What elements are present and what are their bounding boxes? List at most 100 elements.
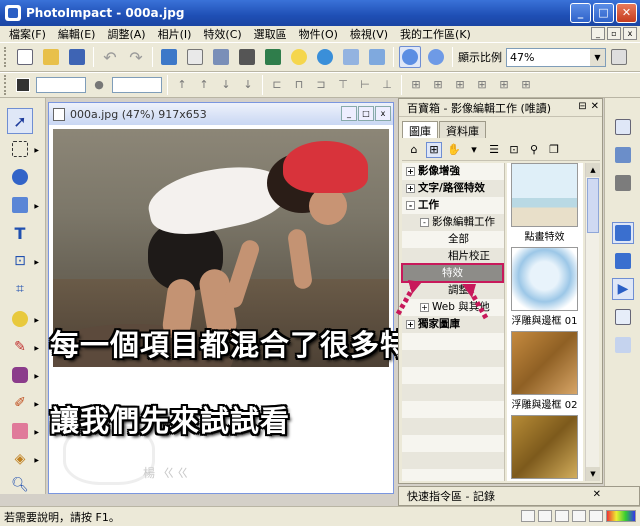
open-folder-icon[interactable] [40,46,62,68]
status-icon[interactable] [555,510,569,522]
easypalette-icon[interactable] [399,46,421,68]
fill-tool-icon[interactable]: ◈ ▶ [7,446,39,472]
menu-photo[interactable]: 相片(I) [153,26,199,42]
thumbnail-item[interactable]: 浮雕與邊框 01 [511,247,578,327]
doc-window-maximize-button[interactable]: □ [358,106,374,121]
list-icon[interactable]: ☰ [486,142,502,158]
frame-icon[interactable] [340,46,362,68]
undo-icon[interactable]: ↶ [99,46,121,68]
tree-item-text-path[interactable]: + 文字/路徑特效 [406,180,485,196]
layer-icon[interactable] [612,116,634,138]
doc-window-minimize-button[interactable]: _ [341,106,357,121]
scroll-thumb[interactable] [587,178,599,233]
color-bar-icon[interactable] [606,510,636,522]
color-swatch-icon[interactable] [16,78,30,92]
scroll-up-icon[interactable]: ▲ [586,163,600,177]
chevron-down-icon[interactable]: ▾ [466,142,482,158]
brush-tool-icon[interactable]: ✎ ▶ [7,334,39,360]
tab-library[interactable]: 資料庫 [439,121,486,138]
new-file-icon[interactable] [14,46,36,68]
doc-minimize-button[interactable]: _ [591,27,605,40]
arrow-up-icon[interactable]: ↑ [197,78,211,92]
toolbar-grip[interactable] [4,75,8,95]
camera-icon[interactable] [236,46,258,68]
status-icon[interactable] [521,510,535,522]
tree-item-image-editing[interactable]: - 影像編輯工作 [420,214,495,230]
enhance-icon[interactable] [262,46,284,68]
align-center-icon[interactable]: ⊓ [292,78,306,92]
expand-icon[interactable]: + [406,166,415,176]
doc-window-close-button[interactable]: x [375,106,391,121]
collapse-icon[interactable]: - [406,200,415,210]
option-field[interactable] [36,77,86,93]
toolbar-grip[interactable] [4,47,8,67]
menu-edit[interactable]: 編輯(E) [53,26,103,42]
distribute-icon[interactable]: ⊞ [431,78,445,92]
landscape-icon[interactable] [366,46,388,68]
arrow-up-icon[interactable]: ↑ [175,78,189,92]
layer-manager-icon[interactable] [612,250,634,272]
align-middle-icon[interactable]: ⊢ [358,78,372,92]
panel-close-icon[interactable]: ✕ [591,101,599,112]
transform-tool-icon[interactable]: ⌗ [7,276,33,302]
distribute-icon[interactable]: ⊞ [453,78,467,92]
distribute-icon[interactable]: ⊞ [497,78,511,92]
thumbnail-item[interactable]: 點畫特效 [511,163,578,243]
crop-tool-icon[interactable]: ⊡ ▶ [7,248,39,274]
settings-icon[interactable] [612,172,634,194]
info-icon[interactable] [612,334,634,356]
selection-tool-icon[interactable]: ▶ [7,136,39,162]
panel-title-bar[interactable]: 百寶箱 - 影像編輯工作 (唯讀) [399,99,602,117]
distribute-icon[interactable]: ⊞ [475,78,489,92]
web-icon[interactable] [314,46,336,68]
status-icon[interactable] [589,510,603,522]
thumbnail-item[interactable]: 浮雕與邊框 02 [511,331,578,411]
panel-pin-icon[interactable]: ⊟ [578,101,586,112]
arrow-down-icon[interactable]: ↓ [241,78,255,92]
object-paint-icon[interactable]: ▶ [7,192,39,218]
menu-effect[interactable]: 特效(C) [198,26,248,42]
expand-icon[interactable]: + [406,183,415,193]
crop-icon[interactable] [184,46,206,68]
photo-icon[interactable] [158,46,180,68]
grid-icon[interactable]: ⊡ [506,142,522,158]
tree-item-tasks[interactable]: - 工作 [406,197,439,213]
quick-command-panel[interactable]: 快速指令區 - 記錄 ✕ [398,486,640,506]
distribute-icon[interactable]: ⊞ [409,78,423,92]
stamp-tool-icon[interactable]: ▶ [7,362,39,388]
tree-item-photo-correction[interactable]: 相片校正 [448,248,490,264]
quick-command-icon[interactable] [425,46,447,68]
histogram-icon[interactable] [612,306,634,328]
tree-item-enhance[interactable]: + 影像增強 [406,163,460,179]
search-icon[interactable]: ⚲ [526,142,542,158]
status-icon[interactable] [538,510,552,522]
status-icon[interactable] [572,510,586,522]
scroll-down-icon[interactable]: ▼ [586,467,600,481]
circle-option-icon[interactable]: ● [92,78,106,92]
distribute-icon[interactable]: ⊞ [519,78,533,92]
browse-icon[interactable] [612,144,634,166]
fit-window-icon[interactable] [608,46,630,68]
menu-adjust[interactable]: 調整(A) [102,26,152,42]
align-top-icon[interactable]: ⊤ [336,78,350,92]
close-button[interactable]: ✕ [616,3,637,23]
tab-gallery[interactable]: 圖庫 [402,121,438,138]
pick-tool-icon[interactable]: ➚ [7,108,33,134]
easypalette-toggle-icon[interactable] [612,222,634,244]
align-left-icon[interactable]: ⊏ [270,78,284,92]
tree-item-all[interactable]: 全部 [448,231,469,247]
tree-view-icon[interactable]: ⊞ [426,141,442,158]
doc-close-button[interactable]: x [623,27,637,40]
arrow-down-icon[interactable]: ↓ [219,78,233,92]
save-icon[interactable] [66,46,88,68]
shape-tool-icon[interactable] [7,164,33,190]
panel-close-icon[interactable]: ✕ [593,489,601,500]
thumbnail-item[interactable] [511,415,578,479]
collapse-icon[interactable]: - [420,217,429,227]
text-tool-icon[interactable]: T [7,220,33,246]
duplicate-icon[interactable]: ❐ [546,142,562,158]
minimize-button[interactable]: _ [570,3,591,23]
hand-icon[interactable]: ✋ [446,142,462,158]
option-field[interactable] [112,77,162,93]
eraser-tool-icon[interactable]: ▶ [7,418,39,444]
